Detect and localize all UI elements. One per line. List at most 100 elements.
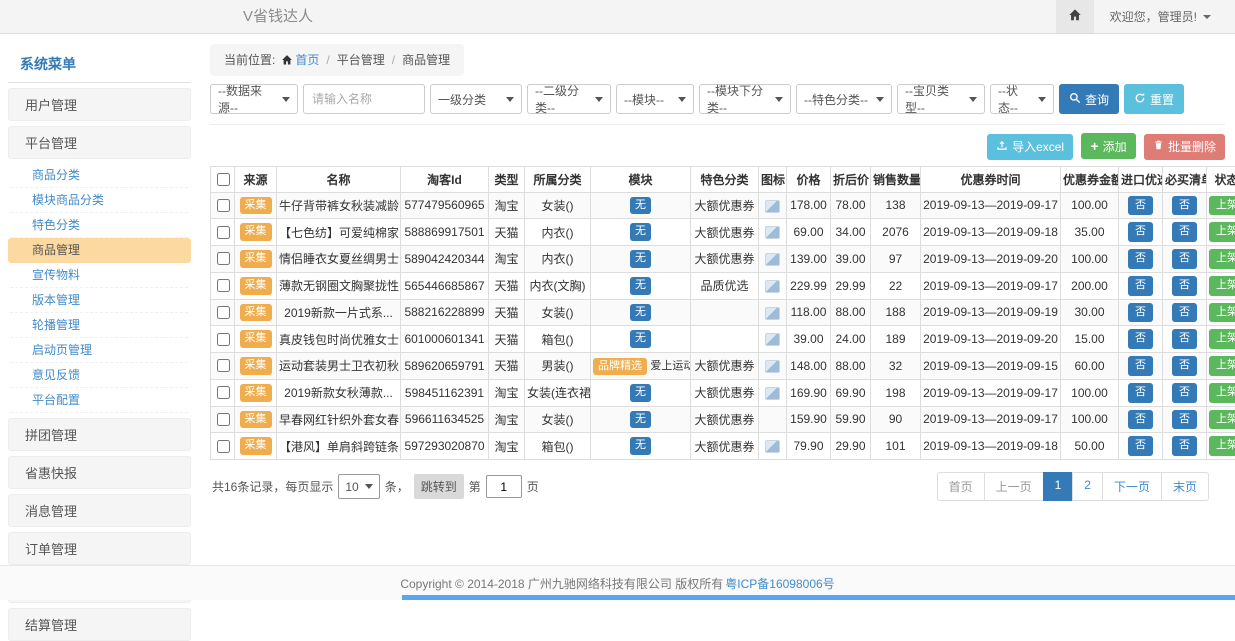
sidebar-item[interactable]: 拼团管理 [8,418,191,451]
module-sub-select[interactable]: --模块下分类-- [699,84,791,114]
import-choice-toggle[interactable]: 否 [1128,222,1153,242]
price-cell: 159.90 [787,406,831,433]
must-buy-toggle[interactable]: 否 [1172,222,1197,242]
category1-select[interactable]: 一级分类 [430,84,522,114]
must-buy-toggle[interactable]: 否 [1172,276,1197,296]
import-excel-button[interactable]: 导入excel [987,134,1073,160]
sidebar-subitem[interactable]: 意见反馈 [8,363,191,388]
sidebar-subitem[interactable]: 启动页管理 [8,338,191,363]
sidebar-subitem[interactable]: 版本管理 [8,288,191,313]
prev-page-button[interactable]: 上一页 [984,472,1044,501]
row-checkbox[interactable] [217,440,230,453]
import-choice-toggle[interactable]: 否 [1128,356,1153,376]
page-1-button[interactable]: 1 [1043,472,1074,501]
status-toggle[interactable]: 上架 [1209,356,1235,376]
chevron-down-icon [876,97,884,102]
user-menu[interactable]: 欢迎您，管理员! [1094,8,1235,25]
category2-select[interactable]: --二级分类-- [527,84,611,114]
row-checkbox[interactable] [217,413,230,426]
next-page-button[interactable]: 下一页 [1102,472,1162,501]
status-toggle[interactable]: 上架 [1209,222,1235,242]
row-checkbox[interactable] [217,252,230,265]
must-buy-toggle[interactable]: 否 [1172,356,1197,376]
name-search-input[interactable] [303,84,425,114]
first-page-button[interactable]: 首页 [937,472,985,501]
module-select[interactable]: --模块-- [616,84,694,114]
per-page-select[interactable]: 10 [338,474,379,499]
feature-cell: 大额优惠券 [691,192,759,219]
row-checkbox[interactable] [217,386,230,399]
page-2-button[interactable]: 2 [1072,472,1103,501]
horizontal-scrollbar-thumb[interactable] [402,595,1235,600]
status-toggle[interactable]: 上架 [1209,303,1235,323]
home-button[interactable] [1056,0,1094,33]
status-toggle[interactable]: 上架 [1209,276,1235,296]
status-toggle[interactable]: 上架 [1209,329,1235,349]
chevron-down-icon [506,97,514,102]
source-badge: 采集 [240,330,272,348]
column-header: 图标 [759,166,787,192]
breadcrumb-home-link[interactable]: 首页 [295,53,319,67]
icon-cell [759,299,787,326]
row-checkbox[interactable] [217,226,230,239]
platform-submenu: 商品分类 模块商品分类 特色分类 商品管理 宣传物料 版本管理 轮播管理 启动页… [8,163,191,413]
must-buy-toggle[interactable]: 否 [1172,196,1197,216]
module-none-badge: 无 [630,250,651,268]
sidebar-subitem[interactable]: 商品分类 [8,163,191,188]
status-select[interactable]: --状态-- [990,84,1054,114]
jump-button[interactable]: 跳转到 [414,474,464,499]
add-label: 添加 [1103,138,1127,155]
sidebar-item[interactable]: 订单管理 [8,532,191,565]
data-source-select[interactable]: --数据来源-- [210,84,298,114]
sidebar-item[interactable]: 消息管理 [8,494,191,527]
sidebar-subitem[interactable]: 轮播管理 [8,313,191,338]
jump-page-input[interactable] [486,475,522,498]
select-all-checkbox[interactable] [217,173,230,186]
item-type-select[interactable]: --宝贝类型-- [897,84,985,114]
status-toggle[interactable]: 上架 [1209,383,1235,403]
sidebar-subitem[interactable]: 模块商品分类 [8,188,191,213]
status-toggle[interactable]: 上架 [1209,249,1235,269]
module-cell: 无 [591,272,691,299]
import-choice-toggle[interactable]: 否 [1128,303,1153,323]
sidebar-subitem[interactable]: 特色分类 [8,213,191,238]
add-button[interactable]: + 添加 [1081,133,1135,159]
sidebar-item[interactable]: 结算管理 [8,608,191,641]
must-buy-toggle[interactable]: 否 [1172,249,1197,269]
category-cell: 男装() [525,353,591,380]
must-buy-toggle[interactable]: 否 [1172,436,1197,456]
search-button[interactable]: 查询 [1059,84,1119,114]
reset-button[interactable]: 重置 [1124,84,1184,114]
status-toggle[interactable]: 上架 [1209,410,1235,430]
import-choice-toggle[interactable]: 否 [1128,436,1153,456]
row-checkbox[interactable] [217,359,230,372]
import-choice-toggle[interactable]: 否 [1128,276,1153,296]
category-cell: 女装() [525,299,591,326]
batch-delete-button[interactable]: 批量删除 [1144,134,1225,160]
icp-link[interactable]: 粤ICP备16098006号 [725,575,834,592]
sidebar-item[interactable]: 省惠快报 [8,456,191,489]
must-buy-toggle[interactable]: 否 [1172,303,1197,323]
must-buy-toggle[interactable]: 否 [1172,383,1197,403]
row-checkbox[interactable] [217,306,230,319]
row-checkbox[interactable] [217,199,230,212]
must-buy-toggle[interactable]: 否 [1172,410,1197,430]
must-buy-toggle[interactable]: 否 [1172,329,1197,349]
sidebar-item-user-mgmt[interactable]: 用户管理 [8,88,191,121]
row-checkbox[interactable] [217,333,230,346]
import-choice-toggle[interactable]: 否 [1128,383,1153,403]
chevron-down-icon [1203,15,1211,19]
status-toggle[interactable]: 上架 [1209,196,1235,216]
last-page-button[interactable]: 末页 [1161,472,1209,501]
sidebar-subitem[interactable]: 宣传物料 [8,263,191,288]
feature-category-select[interactable]: --特色分类-- [796,84,892,114]
sidebar-item-platform-mgmt[interactable]: 平台管理 [8,126,191,159]
sidebar-subitem[interactable]: 商品管理 [8,238,191,263]
sidebar-subitem[interactable]: 平台配置 [8,388,191,413]
import-choice-toggle[interactable]: 否 [1128,196,1153,216]
status-toggle[interactable]: 上架 [1209,436,1235,456]
import-choice-toggle[interactable]: 否 [1128,249,1153,269]
row-checkbox[interactable] [217,279,230,292]
import-choice-toggle[interactable]: 否 [1128,410,1153,430]
import-choice-toggle[interactable]: 否 [1128,329,1153,349]
